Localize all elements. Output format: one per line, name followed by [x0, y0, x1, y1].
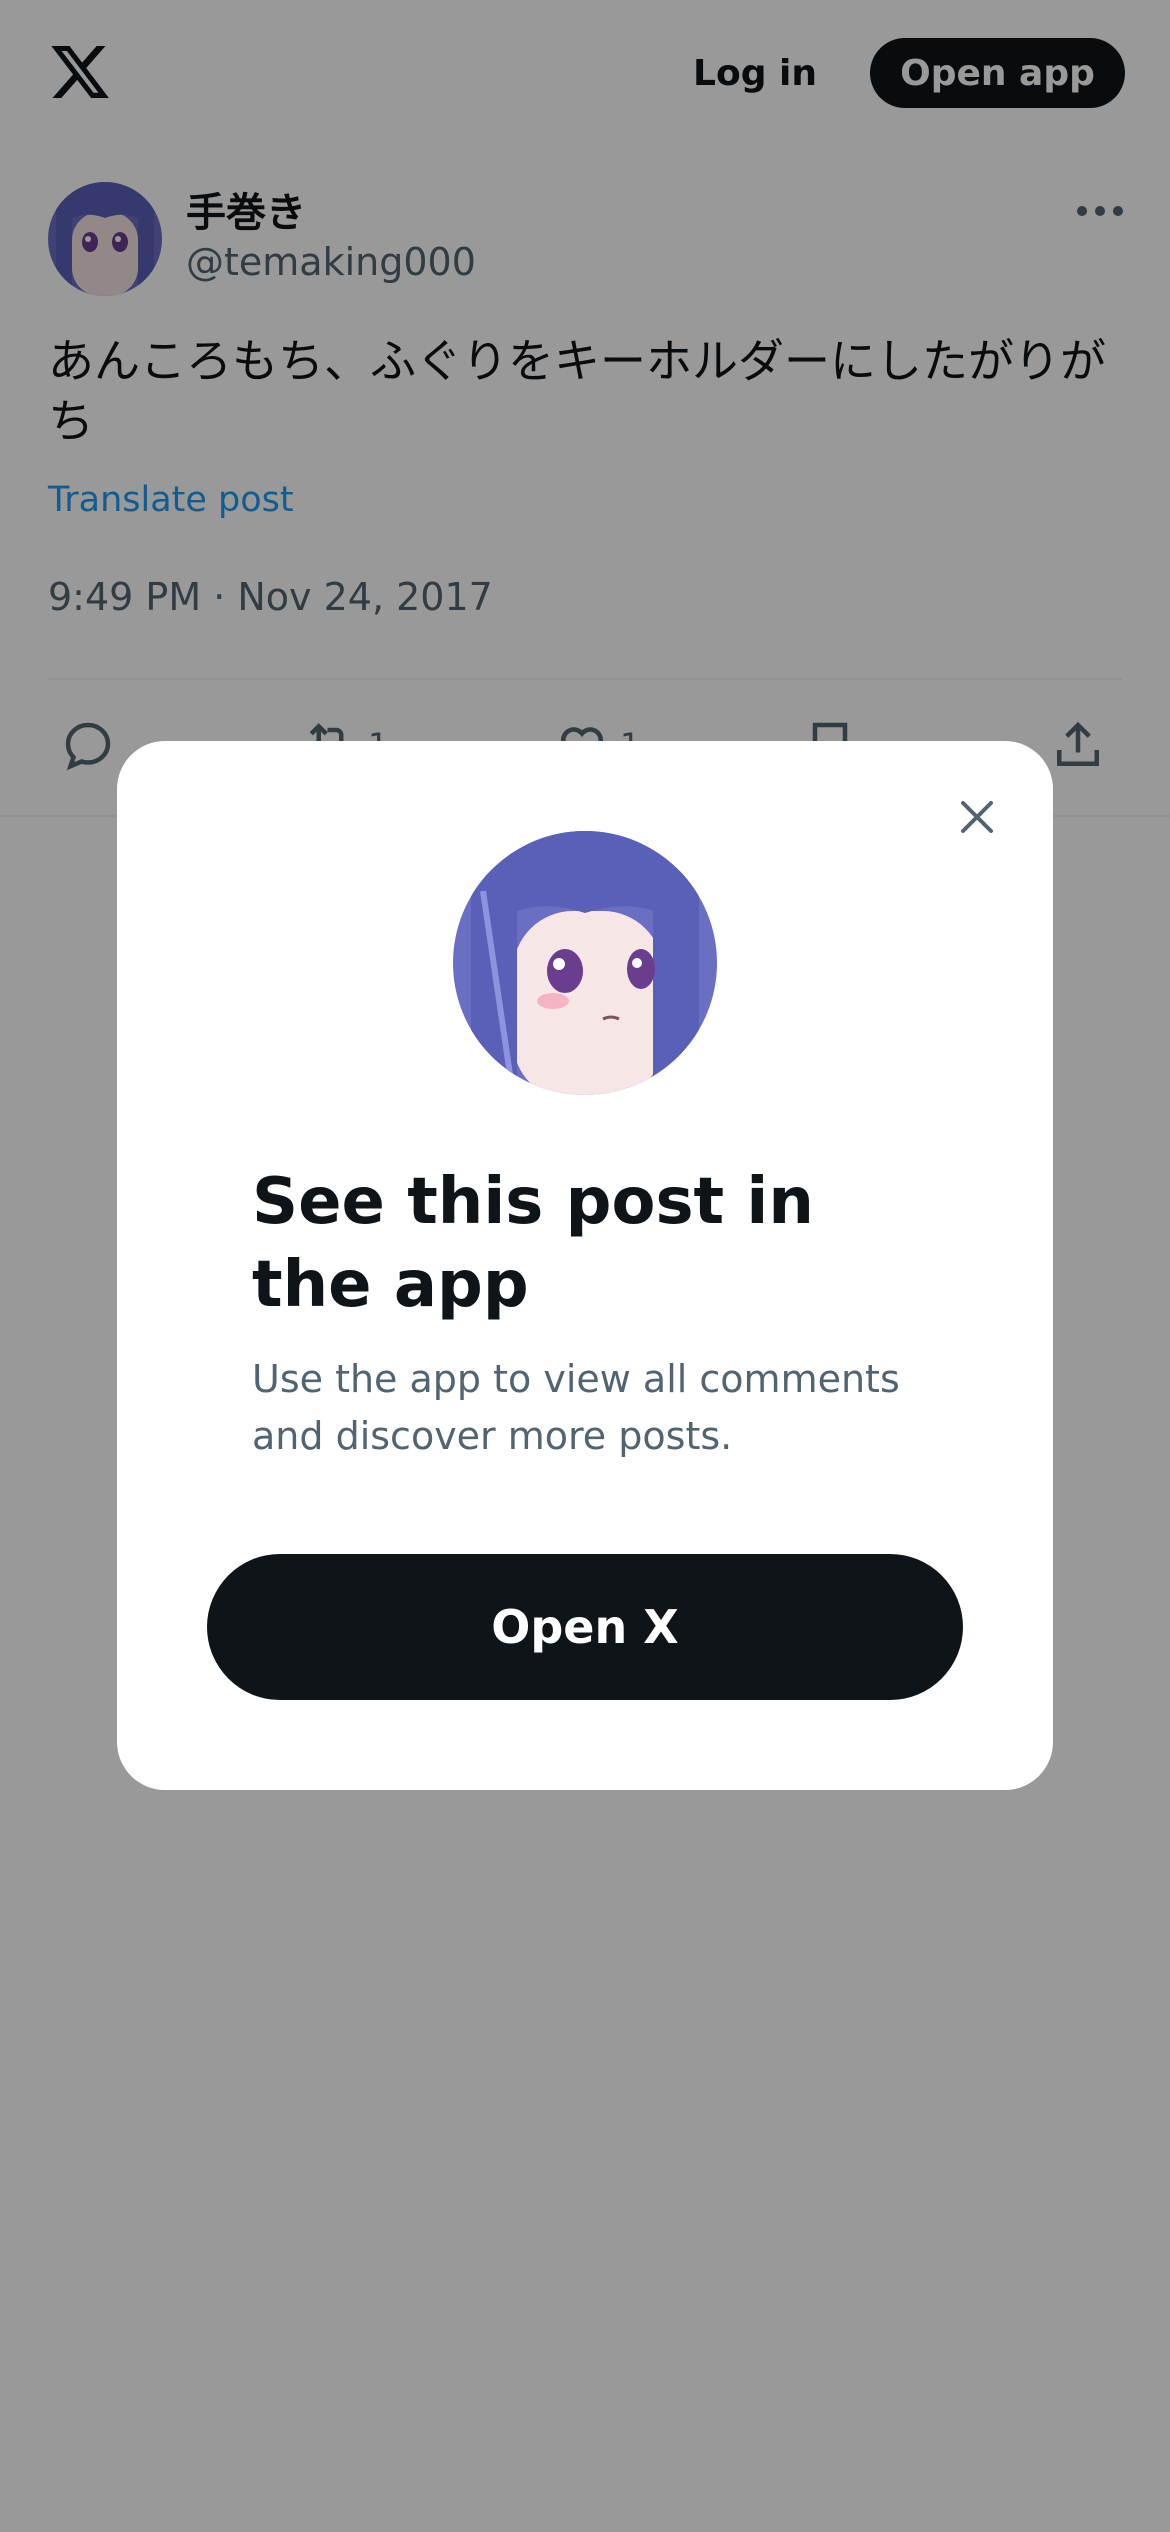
modal-title: See this post in the app — [252, 1165, 814, 1323]
open-x-button[interactable]: Open X — [207, 1554, 963, 1700]
close-icon[interactable] — [947, 787, 1007, 847]
modal-subtitle: Use the app to view all comments and dis… — [252, 1357, 900, 1458]
open-in-app-modal: See this post in the app Use the app to … — [117, 741, 1053, 1790]
modal-avatar — [453, 831, 717, 1095]
